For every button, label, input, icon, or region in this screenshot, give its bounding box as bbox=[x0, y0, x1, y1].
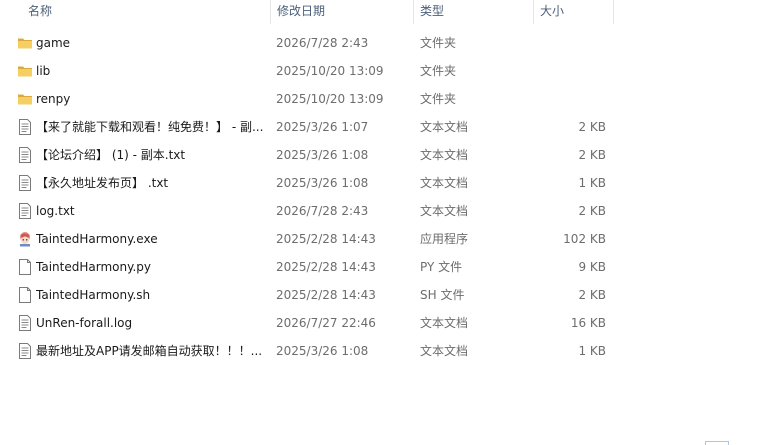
file-size: 2 KB bbox=[578, 120, 606, 134]
text-document-icon bbox=[16, 309, 34, 337]
file-modified-date: 2025/3/26 1:08 bbox=[276, 176, 369, 190]
file-row[interactable]: 【来了就能下载和观看！纯免费！】 - 副... 2025/3/26 1:07 文本文… bbox=[0, 113, 757, 141]
file-type: 应用程序 bbox=[420, 232, 469, 246]
folder-icon bbox=[16, 57, 34, 85]
file-row[interactable]: renpy 2025/10/20 13:09 文件夹 bbox=[0, 85, 757, 113]
file-row[interactable]: 【永久地址发布页】 .txt 2025/3/26 1:08 文本文档 1 KB bbox=[0, 169, 757, 197]
file-size: 9 KB bbox=[578, 260, 606, 274]
blank-file-icon bbox=[16, 253, 34, 281]
file-name: lib bbox=[36, 64, 51, 78]
file-name: game bbox=[36, 36, 71, 50]
text-document-icon bbox=[16, 337, 34, 365]
column-divider[interactable] bbox=[613, 0, 614, 24]
file-name: TaintedHarmony.sh bbox=[36, 288, 151, 302]
file-size: 102 KB bbox=[563, 232, 606, 246]
file-modified-date: 2025/2/28 14:43 bbox=[276, 232, 376, 246]
file-type: SH 文件 bbox=[420, 288, 465, 302]
file-list: game 2026/7/28 2:43 文件夹 lib 2025/10/20 13:09… bbox=[0, 29, 757, 365]
file-name: 【来了就能下载和观看！纯免费！】 - 副... bbox=[36, 120, 264, 134]
column-header-date[interactable]: 修改日期 bbox=[271, 0, 413, 22]
file-name: renpy bbox=[36, 92, 71, 106]
column-header-bar: ⌃ 名称 修改日期 类型 大小 bbox=[0, 0, 757, 24]
text-document-icon bbox=[16, 141, 34, 169]
file-modified-date: 2026/7/27 22:46 bbox=[276, 316, 376, 330]
column-header-size[interactable]: 大小 bbox=[534, 0, 613, 22]
file-row[interactable]: log.txt 2026/7/28 2:43 文本文档 2 KB bbox=[0, 197, 757, 225]
file-size: 2 KB bbox=[578, 148, 606, 162]
file-type: 文件夹 bbox=[420, 36, 457, 50]
text-document-icon bbox=[16, 197, 34, 225]
column-header-type[interactable]: 类型 bbox=[414, 0, 533, 22]
file-row[interactable]: UnRen-forall.log 2026/7/27 22:46 文本文档 16 KB bbox=[0, 309, 757, 337]
file-name: 【永久地址发布页】 .txt bbox=[36, 176, 169, 190]
file-modified-date: 2025/3/26 1:08 bbox=[276, 344, 369, 358]
file-name: TaintedHarmony.py bbox=[36, 260, 152, 274]
file-row[interactable]: TaintedHarmony.py 2025/2/28 14:43 PY 文件 9 K… bbox=[0, 253, 757, 281]
file-type: 文件夹 bbox=[420, 92, 457, 106]
file-type: 文本文档 bbox=[420, 316, 469, 330]
file-row[interactable]: 【论坛介绍】 (1) - 副本.txt 2025/3/26 1:08 文本文档 2 K… bbox=[0, 141, 757, 169]
file-name: UnRen-forall.log bbox=[36, 316, 133, 330]
file-explorer-window: ⌃ 名称 修改日期 类型 大小 game2026/7/28 2:43文件夹lib… bbox=[0, 0, 757, 445]
file-type: 文本文档 bbox=[420, 120, 469, 134]
column-header-name[interactable]: 名称 bbox=[22, 0, 270, 22]
file-name: 【论坛介绍】 (1) - 副本.txt bbox=[36, 148, 186, 162]
file-modified-date: 2025/10/20 13:09 bbox=[276, 92, 384, 106]
file-row[interactable]: lib 2025/10/20 13:09 文件夹 bbox=[0, 57, 757, 85]
folder-icon bbox=[16, 29, 34, 57]
file-size: 1 KB bbox=[578, 344, 606, 358]
selection-corner bbox=[705, 441, 729, 445]
file-type: 文本文档 bbox=[420, 176, 469, 190]
file-size: 16 KB bbox=[570, 316, 606, 330]
file-modified-date: 2025/3/26 1:08 bbox=[276, 148, 369, 162]
file-modified-date: 2025/3/26 1:07 bbox=[276, 120, 369, 134]
file-row[interactable]: 最新地址及APP请发邮箱自动获取！！！... 2025/3/26 1:08 文本文档… bbox=[0, 337, 757, 365]
file-row[interactable]: TaintedHarmony.sh 2025/2/28 14:43 SH 文件 2 K… bbox=[0, 281, 757, 309]
file-size: 2 KB bbox=[578, 288, 606, 302]
file-type: PY 文件 bbox=[420, 260, 463, 274]
file-size: 1 KB bbox=[578, 176, 606, 190]
file-row[interactable]: game 2026/7/28 2:43 文件夹 bbox=[0, 29, 757, 57]
file-name: 最新地址及APP请发邮箱自动获取！！！... bbox=[36, 344, 263, 358]
folder-icon bbox=[16, 85, 34, 113]
text-document-icon bbox=[16, 169, 34, 197]
file-modified-date: 2026/7/28 2:43 bbox=[276, 36, 369, 50]
file-row[interactable]: TaintedHarmony.exe 2025/2/28 14:43 应用程序 102… bbox=[0, 225, 757, 253]
application-icon bbox=[16, 225, 34, 253]
file-type: 文件夹 bbox=[420, 64, 457, 78]
file-modified-date: 2026/7/28 2:43 bbox=[276, 204, 369, 218]
file-size: 2 KB bbox=[578, 204, 606, 218]
file-type: 文本文档 bbox=[420, 344, 469, 358]
file-name: log.txt bbox=[36, 204, 75, 218]
file-type: 文本文档 bbox=[420, 148, 469, 162]
file-name: TaintedHarmony.exe bbox=[36, 232, 158, 246]
file-modified-date: 2025/10/20 13:09 bbox=[276, 64, 384, 78]
file-modified-date: 2025/2/28 14:43 bbox=[276, 288, 376, 302]
file-type: 文本文档 bbox=[420, 204, 469, 218]
file-modified-date: 2025/2/28 14:43 bbox=[276, 260, 376, 274]
blank-file-icon bbox=[16, 281, 34, 309]
text-document-icon bbox=[16, 113, 34, 141]
